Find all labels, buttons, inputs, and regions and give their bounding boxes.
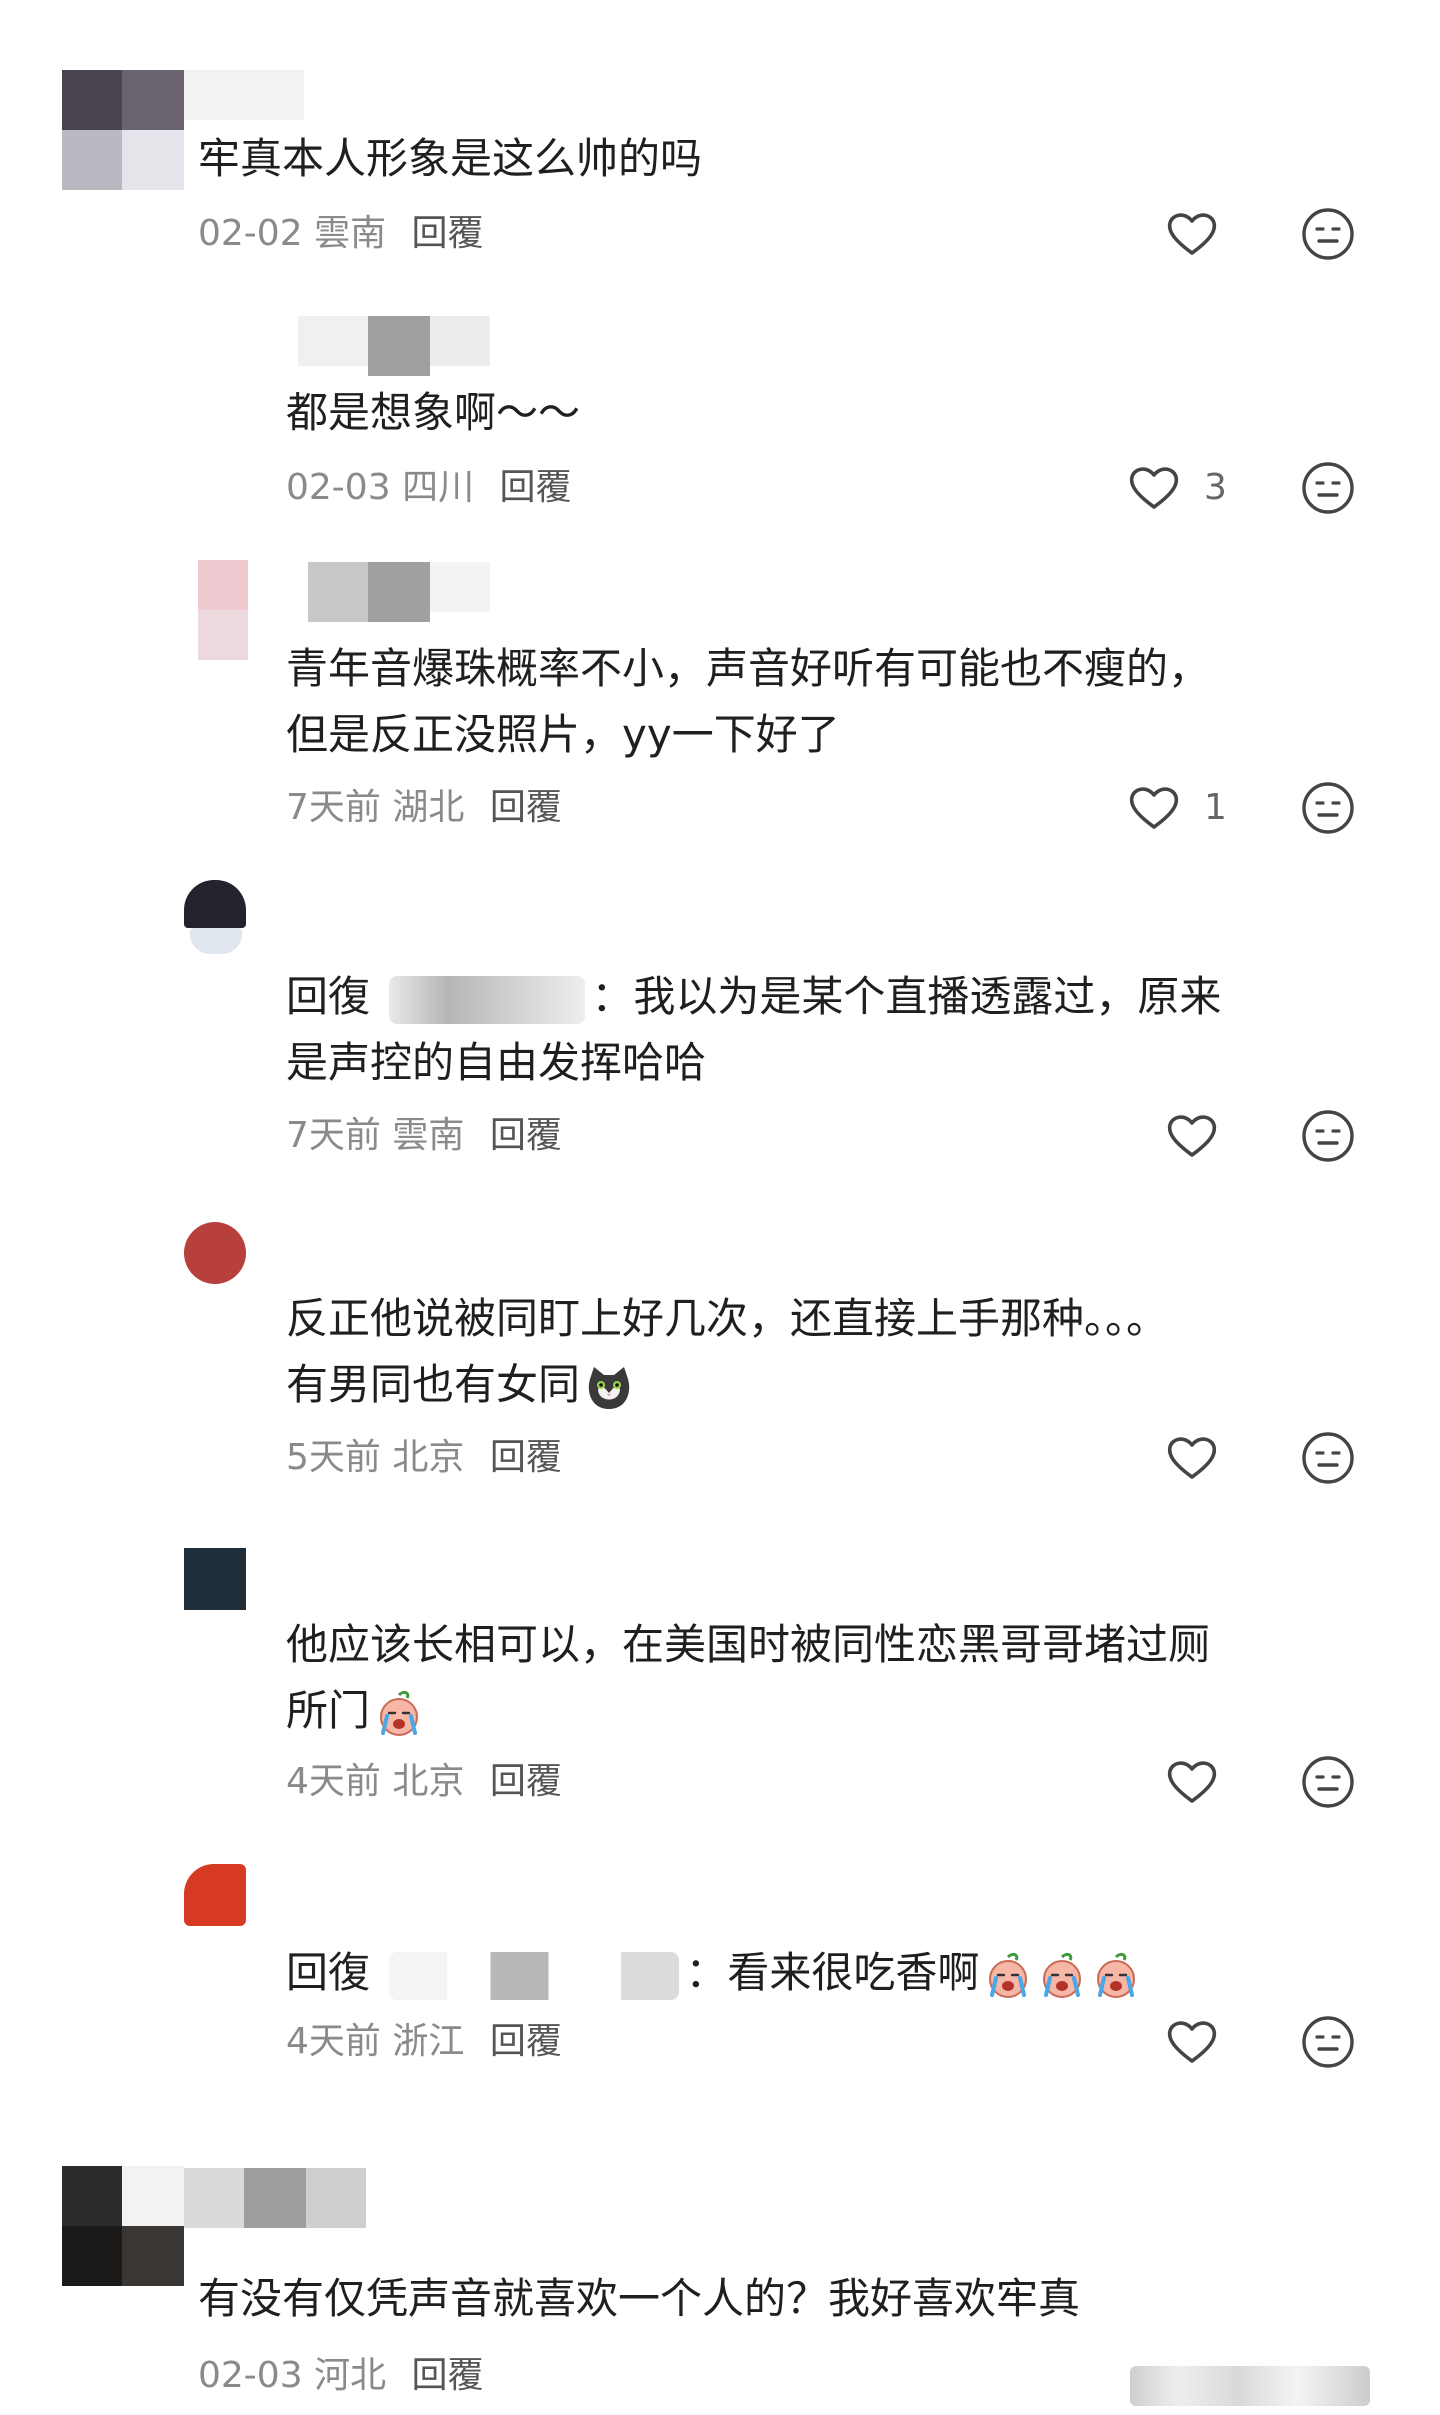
comment-meta: 7天前 湖北 回覆 [286, 786, 562, 830]
comment-text-line-2: 但是反正没照片，yy一下好了 [286, 710, 840, 759]
comment-text-line-1: 青年音爆珠概率不小，声音好听有可能也不瘦的， [286, 644, 1211, 693]
reply-button[interactable]: 回覆 [490, 1437, 562, 1478]
mentioned-user-blurred[interactable] [389, 975, 586, 1024]
comment-text-line-2: 有男同也有女同 [286, 1352, 634, 1418]
avatar[interactable] [184, 1222, 246, 1284]
comment-meta: 02-03 四川 回覆 [286, 466, 572, 510]
comment-meta: 4天前 浙江 回覆 [286, 2020, 562, 2064]
heart-outline-icon [1164, 1754, 1220, 1810]
reply-button[interactable]: 回覆 [500, 467, 572, 508]
comment-text-line-1: 他应该长相可以，在美国时被同性恋黑哥哥堵过厕 [286, 1620, 1211, 1669]
comment-meta: 7天前 雲南 回覆 [286, 1114, 562, 1158]
comment-date: 4天前 [286, 1761, 381, 1802]
like-button[interactable] [1164, 1754, 1220, 1810]
meh-face-icon [1300, 206, 1356, 262]
comment-date: 02-03 [198, 2355, 303, 2396]
comment-text-line-2: 所门 [286, 1678, 424, 1744]
dislike-button[interactable] [1300, 780, 1356, 836]
comment-text: ：看来很吃香啊 [685, 1948, 980, 1997]
comment-meta: 02-02 雲南 回覆 [198, 212, 484, 256]
comment-text: 牢真本人形象是这么帅的吗 [198, 134, 703, 183]
dislike-button[interactable] [1300, 460, 1356, 516]
avatar[interactable] [184, 1548, 246, 1610]
heart-outline-icon [1126, 780, 1182, 836]
meh-face-icon [1300, 1430, 1356, 1486]
comment-text-line-1: 回復 ：看来很吃香啊 [286, 1940, 1141, 2006]
like-button[interactable]: 3 [1126, 460, 1256, 516]
like-count: 3 [1204, 467, 1227, 508]
comment-date: 7天前 [286, 1115, 381, 1156]
cat-emoji-icon [584, 1363, 634, 1413]
heart-outline-icon [1164, 1108, 1220, 1164]
avatar[interactable] [62, 70, 184, 190]
comment-text-line-2: 是声控的自由发挥哈哈 [286, 1038, 707, 1087]
comment-meta: 5天前 北京 回覆 [286, 1436, 562, 1480]
avatar[interactable] [62, 2166, 184, 2286]
like-button[interactable] [1164, 1430, 1220, 1486]
comment-region: 雲南 [392, 1115, 465, 1156]
like-button[interactable] [1164, 2014, 1220, 2070]
crying-peach-emoji-icon [1037, 1951, 1087, 2001]
reply-button[interactable]: 回覆 [490, 1115, 562, 1156]
comment-date: 5天前 [286, 1437, 381, 1478]
meh-face-icon [1300, 460, 1356, 516]
comment-region: 北京 [392, 1437, 465, 1478]
comment-date: 4天前 [286, 2021, 381, 2062]
comment-text: 有没有仅凭声音就喜欢一个人的？我好喜欢牢真 [198, 2274, 1081, 2323]
dislike-button[interactable] [1300, 1430, 1356, 1486]
comment-region: 湖北 [392, 787, 465, 828]
reply-button[interactable]: 回覆 [490, 2021, 562, 2062]
comment-region: 四川 [402, 467, 475, 508]
comment-region: 浙江 [392, 2021, 465, 2062]
comment-text: 所门 [286, 1686, 371, 1735]
comment-region: 北京 [392, 1761, 465, 1802]
like-count: 1 [1204, 787, 1227, 828]
heart-outline-icon [1164, 1430, 1220, 1486]
comment-text: 都是想象啊～～ [286, 388, 581, 437]
like-button[interactable] [1164, 1108, 1220, 1164]
comment-region: 雲南 [314, 213, 387, 254]
mentioned-user-blurred[interactable] [389, 1951, 680, 2000]
comment-date: 02-02 [198, 213, 303, 254]
crying-peach-emoji-icon [1091, 1951, 1141, 2001]
avatar[interactable] [198, 560, 248, 660]
heart-outline-icon [1164, 206, 1220, 262]
comment-text: 有男同也有女同 [286, 1360, 581, 1409]
comment-region: 河北 [314, 2355, 387, 2396]
reply-button[interactable]: 回覆 [412, 213, 484, 254]
comment-text-line-1: 回復 ：我以为是某个直播透露过，原来 [286, 964, 1221, 1030]
avatar[interactable] [184, 880, 246, 956]
comment-text: ：我以为是某个直播透露过，原来 [591, 972, 1222, 1021]
reply-button[interactable]: 回覆 [412, 2355, 484, 2396]
meh-face-icon [1300, 2014, 1356, 2070]
comment-date: 02-03 [286, 467, 391, 508]
heart-outline-icon [1126, 460, 1182, 516]
comment-meta: 4天前 北京 回覆 [286, 1760, 562, 1804]
like-button[interactable] [1164, 206, 1220, 262]
crying-peach-emoji-icon [983, 1951, 1033, 2001]
heart-outline-icon [1164, 2014, 1220, 2070]
bottom-blurred-strip [1130, 2366, 1370, 2406]
comment-meta: 02-03 河北 回覆 [198, 2354, 484, 2398]
dislike-button[interactable] [1300, 1754, 1356, 1810]
dislike-button[interactable] [1300, 206, 1356, 262]
reply-prefix: 回復 [286, 972, 371, 1021]
dislike-button[interactable] [1300, 2014, 1356, 2070]
reply-prefix: 回復 [286, 1948, 371, 1997]
dislike-button[interactable] [1300, 1108, 1356, 1164]
comment-date: 7天前 [286, 787, 381, 828]
reply-button[interactable]: 回覆 [490, 787, 562, 828]
crying-peach-emoji-icon [374, 1689, 424, 1739]
meh-face-icon [1300, 780, 1356, 836]
meh-face-icon [1300, 1754, 1356, 1810]
like-button[interactable]: 1 [1126, 780, 1256, 836]
reply-button[interactable]: 回覆 [490, 1761, 562, 1802]
avatar[interactable] [184, 1864, 246, 1926]
meh-face-icon [1300, 1108, 1356, 1164]
comment-text-line-1: 反正他说被同盯上好几次，还直接上手那种。。。 [286, 1294, 1169, 1343]
